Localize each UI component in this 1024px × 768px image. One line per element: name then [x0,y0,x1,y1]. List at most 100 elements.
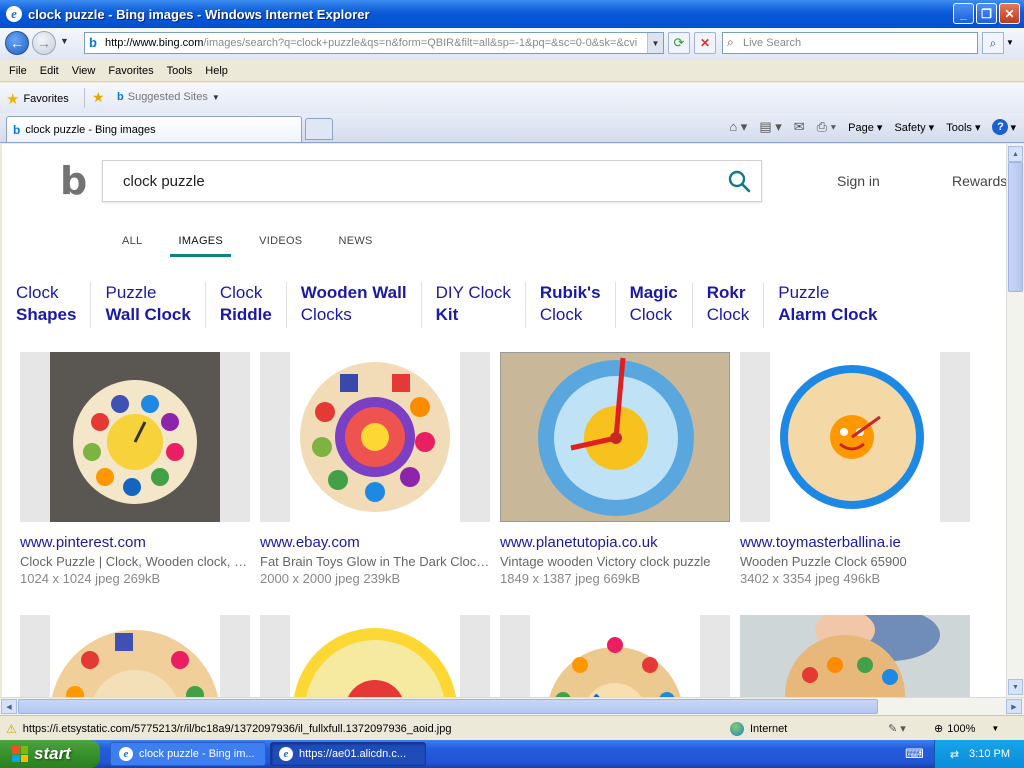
refresh-button[interactable]: ⟳ [668,32,690,54]
related-search-item[interactable]: Rokr Clock [691,282,764,328]
related-search-item[interactable]: Magic Clock [614,282,692,328]
horizontal-scrollbar[interactable]: ◀ ▶ [0,697,1024,715]
result-thumbnail[interactable] [20,615,250,697]
clock[interactable]: 3:10 PM [969,748,1010,760]
scroll-down-arrow-icon[interactable]: ▼ [1008,679,1023,695]
address-dropdown-icon[interactable]: ▼ [647,33,663,53]
close-button[interactable]: ✕ [999,3,1020,24]
add-to-favorites-icon[interactable]: ★ [92,89,105,106]
related-line1: Rubik's [539,283,601,302]
related-search-item[interactable]: Clock Riddle [204,282,286,328]
related-search-item[interactable]: Wooden Wall Clocks [285,282,421,328]
scope-images[interactable]: IMAGES [170,235,231,257]
stop-button[interactable]: ✕ [694,32,716,54]
tools-menu[interactable]: Tools ▾ [946,121,980,134]
tab-row: b clock puzzle - Bing images ⌂ ▾ ▤ ▾ ✉ ⎙… [0,113,1024,143]
related-line2: Clock [629,305,673,324]
result-thumbnail[interactable] [260,615,490,697]
wooden-clock-puzzle-image [50,352,220,522]
bing-favicon-icon: b [89,35,97,50]
result-site[interactable]: www.planetutopia.co.uk [500,534,658,551]
result-thumbnail[interactable] [20,352,250,522]
vertical-scrollbar[interactable]: ▲ ▼ [1006,144,1024,697]
bing-search-input[interactable]: clock puzzle [102,160,762,202]
menu-edit[interactable]: Edit [35,65,67,77]
result-thumbnail[interactable] [500,352,730,522]
rewards-link[interactable]: Rewards [952,173,1006,189]
bing-logo[interactable]: b [60,162,88,200]
related-line1: DIY Clock [435,283,511,302]
menu-help[interactable]: Help [200,65,236,77]
horizontal-scroll-thumb[interactable] [18,699,878,714]
web-content: b clock puzzle Sign in Rewards ALL IMAGE… [2,144,1006,697]
zoom-control[interactable]: ⊕ 100% ▼ [934,722,999,736]
related-search-item[interactable]: DIY Clock Kit [420,282,525,328]
related-line1: Magic [629,283,678,302]
protected-mode-icon[interactable]: ✎ ▾ [888,722,906,735]
result-site[interactable]: www.toymasterballina.ie [740,534,901,551]
minimize-button[interactable]: _ [953,3,974,24]
print-icon[interactable]: ⎙ ▾ [817,119,836,135]
page-menu[interactable]: Page ▾ [848,121,882,134]
vintage-victory-clock-image [501,353,729,521]
safety-menu[interactable]: Safety ▾ [894,121,934,134]
maximize-button[interactable]: ❐ [976,3,997,24]
navigation-bar: ← → ▼ b http://www.bing.com /images/sear… [0,28,1024,60]
address-field[interactable]: b http://www.bing.com /images/search?q=c… [84,32,664,54]
window-titlebar[interactable]: e clock puzzle - Bing images - Windows I… [0,0,1024,28]
tab-active[interactable]: b clock puzzle - Bing images [6,116,302,142]
result-site[interactable]: www.pinterest.com [20,534,146,551]
scope-videos[interactable]: VIDEOS [259,235,302,247]
taskbar-item-ie-bing[interactable]: e clock puzzle - Bing im... [110,742,266,766]
search-icon[interactable] [727,169,751,193]
result-thumbnail[interactable] [740,352,970,522]
scroll-up-arrow-icon[interactable]: ▲ [1008,146,1023,162]
home-icon[interactable]: ⌂ ▾ [729,119,747,135]
result-thumbnail[interactable] [500,615,730,697]
menu-view[interactable]: View [67,65,104,77]
related-search-item[interactable]: Rubik's Clock [524,282,615,328]
forward-button[interactable]: → [32,31,56,55]
taskbar-item-label: clock puzzle - Bing im... [139,748,255,760]
window-title: clock puzzle - Bing images - Windows Int… [28,6,370,22]
back-button[interactable]: ← [5,31,29,55]
network-icon[interactable]: ⇄ [950,748,959,761]
ie-logo-icon: e [119,747,133,761]
read-mail-icon[interactable]: ✉ [794,119,805,135]
menu-favorites[interactable]: Favorites [103,65,161,77]
taskbar-item-ie-alicdn[interactable]: e https://ae01.alicdn.c... [270,742,426,766]
result-site[interactable]: www.ebay.com [260,534,360,551]
search-options-dropdown-icon[interactable]: ▼ [1006,38,1014,47]
related-search-item[interactable]: Clock Shapes [2,282,90,328]
live-search-placeholder: Live Search [743,37,802,49]
live-search-input[interactable]: ⌕ Live Search [722,32,978,54]
search-icon: ⌕ [727,35,734,49]
start-button[interactable]: start [0,740,100,768]
menu-file[interactable]: File [4,65,35,77]
related-line1: Puzzle [105,283,157,302]
vertical-scroll-thumb[interactable] [1008,162,1023,292]
recent-pages-dropdown-icon[interactable]: ▼ [60,36,69,46]
favorites-button[interactable]: ★ Favorites [6,90,69,108]
tools-menu-label: Tools [946,121,972,134]
scope-all[interactable]: ALL [122,235,142,247]
suggested-sites-button[interactable]: b Suggested Sites ▼ [117,91,220,103]
result-thumbnail[interactable] [260,352,490,522]
help-menu[interactable]: ? ▾ [992,119,1016,135]
chevron-down-icon: ▼ [211,92,220,102]
favorites-label: Favorites [23,93,69,105]
related-search-item[interactable]: Puzzle Alarm Clock [763,282,891,328]
sign-in-link[interactable]: Sign in [837,173,880,189]
new-tab-button[interactable] [305,118,333,140]
related-search-item[interactable]: Puzzle Wall Clock [90,282,204,328]
scroll-right-arrow-icon[interactable]: ▶ [1006,699,1022,714]
feeds-icon[interactable]: ▤ ▾ [759,119,781,135]
scope-news[interactable]: NEWS [338,235,372,247]
result-thumbnail[interactable] [740,615,970,697]
keyboard-icon[interactable]: ⌨ [905,746,924,762]
live-search-button[interactable]: ⌕ [982,32,1004,54]
menu-tools[interactable]: Tools [162,65,201,77]
related-line1: Wooden Wall [300,283,407,302]
scroll-left-arrow-icon[interactable]: ◀ [1,699,17,714]
related-line2: Clocks [300,305,352,324]
